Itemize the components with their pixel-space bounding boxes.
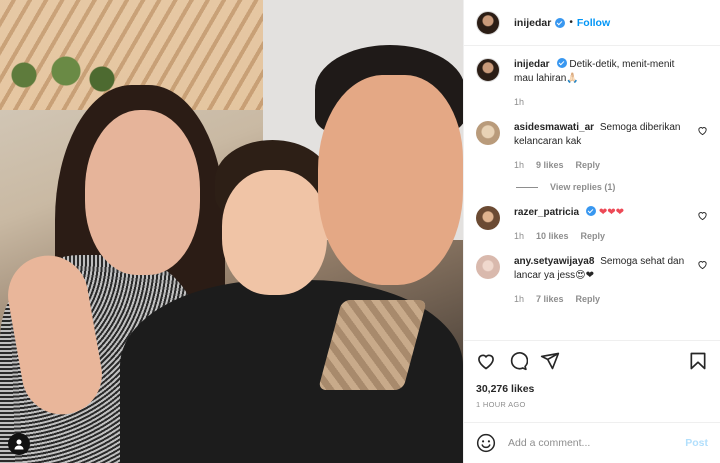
post-photo[interactable]	[0, 0, 463, 463]
separator-dot: •	[569, 17, 573, 28]
reply-button[interactable]: Reply	[576, 158, 601, 172]
post-side-panel: inijedar • Follow inijedar Detik-detik, …	[463, 0, 720, 463]
add-comment-bar: Post	[464, 422, 720, 463]
comment-item: razer_patricia ❤❤❤ 1h 10 likes Reply	[476, 206, 708, 243]
bookmark-icon	[690, 352, 706, 369]
comment-username[interactable]: asidesmawati_ar	[514, 122, 594, 133]
comment-item: any.setyawijaya8 Semoga sehat dan lancar…	[476, 255, 708, 306]
comment-item: asidesmawati_ar Semoga diberikan kelanca…	[476, 121, 708, 172]
comment-time[interactable]: 1h	[514, 158, 524, 172]
post-header: inijedar • Follow	[464, 0, 720, 46]
likes-count[interactable]: 30,276 likes	[464, 380, 720, 398]
caption: inijedar Detik-detik, menit-menit mau la…	[476, 58, 708, 109]
verified-badge-icon	[586, 206, 597, 216]
comment-time[interactable]: 1h	[514, 292, 524, 306]
verified-badge-icon	[556, 58, 567, 68]
commenter-avatar[interactable]	[476, 255, 500, 279]
post-comment-button[interactable]: Post	[685, 437, 708, 449]
boy-face	[222, 170, 327, 295]
comments-list[interactable]: inijedar Detik-detik, menit-menit mau la…	[464, 46, 720, 340]
comment-likes[interactable]: 7 likes	[536, 292, 564, 306]
comment-time[interactable]: 1h	[514, 229, 524, 243]
verified-badge-icon	[555, 17, 566, 28]
comment-username[interactable]: any.setyawijaya8	[514, 256, 594, 267]
emoji-icon[interactable]	[476, 433, 496, 453]
like-button[interactable]	[476, 351, 496, 371]
follow-button[interactable]: Follow	[577, 17, 610, 29]
man-face	[318, 75, 463, 285]
heart-icon	[478, 354, 494, 369]
photo-plants	[0, 55, 120, 95]
comment-icon	[510, 351, 528, 370]
heart-icon[interactable]	[697, 259, 708, 270]
heart-icon[interactable]	[697, 125, 708, 136]
comment-likes[interactable]: 9 likes	[536, 158, 564, 172]
action-bar	[464, 340, 720, 380]
share-icon	[540, 352, 560, 369]
caption-username[interactable]: inijedar	[514, 59, 550, 70]
share-button[interactable]	[540, 351, 560, 371]
comment-likes[interactable]: 10 likes	[536, 229, 569, 243]
heart-icon[interactable]	[697, 210, 708, 221]
reply-button[interactable]: Reply	[581, 229, 606, 243]
instagram-post: inijedar • Follow inijedar Detik-detik, …	[0, 0, 720, 463]
commenter-avatar[interactable]	[476, 206, 500, 230]
reply-button[interactable]: Reply	[576, 292, 601, 306]
view-replies-line	[516, 186, 538, 188]
comment-input[interactable]	[508, 437, 686, 449]
view-replies-label: View replies (1)	[550, 182, 616, 192]
owner-avatar[interactable]	[476, 10, 500, 35]
woman-face	[85, 110, 200, 275]
comment-button[interactable]	[508, 351, 528, 371]
commenter-avatar[interactable]	[476, 121, 500, 145]
save-button[interactable]	[688, 351, 708, 371]
caption-time[interactable]: 1h	[514, 95, 524, 109]
owner-username[interactable]: inijedar	[514, 17, 551, 29]
caption-avatar[interactable]	[476, 58, 500, 82]
post-timestamp[interactable]: 1 HOUR AGO	[464, 398, 720, 422]
user-tag-icon[interactable]	[8, 433, 30, 455]
comment-text: ❤❤❤	[598, 207, 624, 218]
view-replies-button[interactable]: View replies (1)	[516, 182, 708, 192]
comment-username[interactable]: razer_patricia	[514, 207, 579, 218]
